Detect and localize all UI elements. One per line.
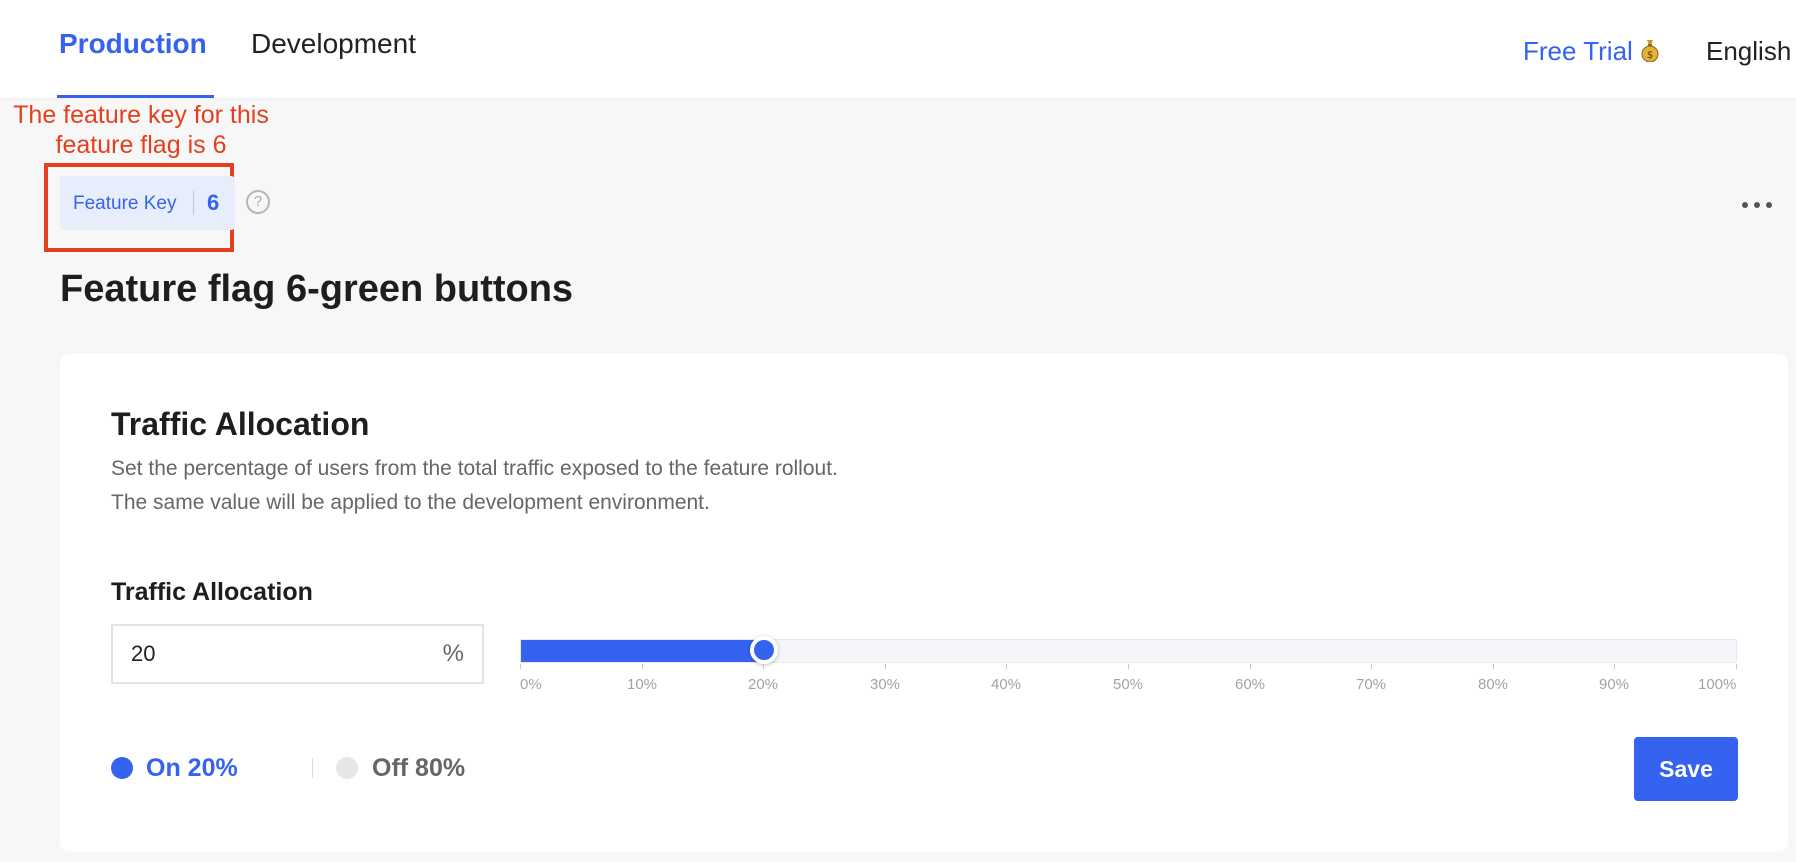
feature-key-value: 6 (207, 190, 220, 215)
on-indicator-dot (111, 757, 133, 779)
slider-tick-label: 0% (520, 676, 542, 693)
traffic-slider-handle[interactable] (750, 636, 778, 664)
feature-key-label: Feature Key (73, 193, 177, 214)
feature-key-divider (193, 191, 194, 215)
on-percentage-label: On 20% (146, 754, 238, 782)
tab-production[interactable]: Production (59, 24, 207, 64)
page-title: Feature flag 6-green buttons (60, 268, 574, 310)
top-nav: Production Development Free Trial $ Engl… (0, 0, 1796, 98)
traffic-allocation-label: Traffic Allocation (111, 578, 313, 606)
slider-tick-label: 80% (1478, 676, 1509, 693)
more-options-icon[interactable] (1742, 200, 1774, 210)
active-tab-indicator (57, 95, 214, 98)
slider-tick-mark (763, 664, 764, 669)
slider-tick-mark (885, 664, 886, 669)
save-button[interactable]: Save (1634, 737, 1738, 801)
annotation-text: The feature key for this feature flag is… (13, 101, 269, 159)
percent-suffix: % (442, 640, 464, 667)
tab-development[interactable]: Development (251, 24, 416, 64)
traffic-slider-track[interactable] (520, 636, 1737, 664)
slider-tick-label: 60% (1235, 676, 1266, 693)
slider-tick-mark (1371, 664, 1372, 669)
help-icon[interactable]: ? (246, 190, 270, 214)
slider-tick-mark (642, 664, 643, 669)
slider-tick-mark (1006, 664, 1007, 669)
section-title: Traffic Allocation (111, 406, 370, 442)
slider-tick-mark (1250, 664, 1251, 669)
slider-tick-mark (520, 664, 521, 669)
traffic-percent-field: % (111, 624, 484, 684)
traffic-percent-input[interactable] (131, 636, 411, 672)
section-description-line-1: Set the percentage of users from the tot… (111, 457, 838, 480)
traffic-allocation-card: Traffic Allocation Set the percentage of… (60, 354, 1788, 852)
svg-text:$: $ (1647, 50, 1653, 61)
moneybag-icon: $ (1641, 36, 1659, 63)
slider-tick-mark (1736, 664, 1737, 669)
slider-tick-label: 50% (1113, 676, 1144, 693)
off-indicator-dot (336, 757, 358, 779)
slider-tick-label: 100% (1698, 676, 1737, 693)
slider-tick-label: 70% (1356, 676, 1387, 693)
legend-divider (312, 758, 313, 778)
slider-tick-label: 20% (748, 676, 779, 693)
traffic-slider-fill (521, 640, 764, 662)
section-description-line-2: The same value will be applied to the de… (111, 491, 710, 514)
language-selector[interactable]: English (1706, 34, 1791, 68)
slider-tick-mark (1614, 664, 1615, 669)
free-trial-label: Free Trial (1523, 36, 1633, 66)
free-trial-link[interactable]: Free Trial $ (1523, 34, 1659, 68)
slider-tick-label: 30% (870, 676, 901, 693)
slider-tick-label: 40% (991, 676, 1022, 693)
off-percentage-label: Off 80% (372, 754, 466, 782)
slider-tick-mark (1128, 664, 1129, 669)
slider-tick-label: 90% (1599, 676, 1630, 693)
feature-key-chip: Feature Key 6 (60, 176, 235, 230)
slider-tick-label: 10% (627, 676, 658, 693)
slider-tick-mark (1493, 664, 1494, 669)
